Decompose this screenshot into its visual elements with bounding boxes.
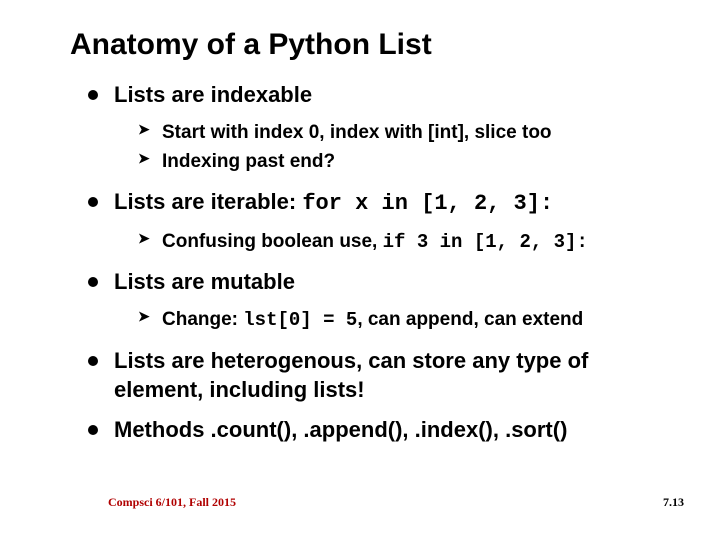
code-snippet: if 3 in [1, 2, 3]:	[383, 231, 588, 253]
sub-lead: Change:	[162, 309, 243, 330]
bullet-text: Lists are mutable	[114, 269, 295, 294]
footer-page: 7.13	[663, 495, 684, 510]
sub-item: Confusing boolean use, if 3 in [1, 2, 3]…	[142, 229, 680, 256]
bullet-lead: Lists are iterable:	[114, 189, 302, 214]
bullet-methods: Methods .count(), .append(), .index(), .…	[94, 415, 680, 445]
sub-item: Change: lst[0] = 5, can append, can exte…	[142, 307, 680, 334]
code-snippet: lst[0] = 5	[243, 309, 357, 331]
bullet-text: Lists are indexable	[114, 82, 312, 107]
sub-tail: , can append, can extend	[357, 309, 583, 330]
slide-title: Anatomy of a Python List	[70, 28, 680, 62]
sub-list: Change: lst[0] = 5, can append, can exte…	[114, 307, 680, 334]
footer-course: Compsci 6/101, Fall 2015	[108, 495, 236, 510]
sub-list: Start with index 0, index with [int], sl…	[114, 120, 680, 175]
bullet-heterogenous: Lists are heterogenous, can store any ty…	[94, 346, 680, 405]
sub-item: Start with index 0, index with [int], sl…	[142, 120, 680, 146]
bullet-indexable: Lists are indexable Start with index 0, …	[94, 80, 680, 175]
code-snippet: for x in [1, 2, 3]:	[302, 191, 553, 216]
bullet-mutable: Lists are mutable Change: lst[0] = 5, ca…	[94, 267, 680, 333]
sub-item: Indexing past end?	[142, 149, 680, 175]
bullet-iterable: Lists are iterable: for x in [1, 2, 3]: …	[94, 187, 680, 255]
sub-list: Confusing boolean use, if 3 in [1, 2, 3]…	[114, 229, 680, 256]
bullet-list: Lists are indexable Start with index 0, …	[70, 80, 680, 445]
slide: Anatomy of a Python List Lists are index…	[0, 0, 720, 540]
sub-lead: Confusing boolean use,	[162, 231, 383, 252]
